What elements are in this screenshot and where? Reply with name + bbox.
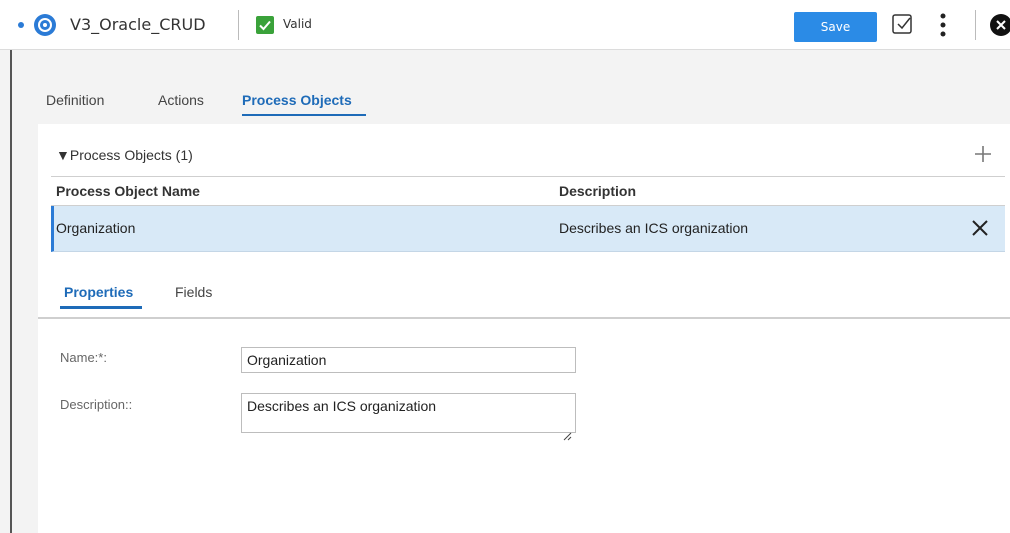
table-header: Process Object Name Description [51,176,1005,206]
active-tab-underline [242,114,366,116]
close-circle-icon[interactable] [990,14,1010,36]
tab-definition[interactable]: Definition [46,92,104,108]
process-objects-table: Process Object Name Description Organiza… [51,176,1005,252]
column-header-name: Process Object Name [56,183,200,199]
description-label: Description:: [60,397,133,412]
resize-handle-icon[interactable] [562,428,572,441]
description-field[interactable]: Describes an ICS organization [241,393,576,433]
save-button[interactable]: Save [794,12,877,42]
process-icon [34,14,56,36]
valid-check-icon [256,16,274,34]
process-objects-heading: Process Objects (1) [69,147,193,163]
triangle-down-icon: ▼ [56,147,70,163]
tab-fields[interactable]: Fields [175,284,212,300]
subtab-divider [38,317,1010,319]
validate-icon[interactable] [891,13,915,37]
column-header-description: Description [559,183,637,199]
tab-process-objects[interactable]: Process Objects [242,92,352,108]
name-field[interactable] [241,347,576,373]
main-panel: Definition Actions Process Objects ▼Proc… [38,50,1010,533]
row-name-cell: Organization [56,220,136,236]
header-divider [238,10,239,40]
tab-properties[interactable]: Properties [64,284,133,300]
header-bar: V3_Oracle_CRUD Valid Save [0,0,1010,50]
remove-row-icon[interactable] [968,216,992,240]
details-panel: Properties Fields Name:*: Description:: … [38,278,1010,533]
header-divider-right [975,10,976,40]
process-objects-toggle[interactable]: ▼Process Objects (1) [56,147,193,163]
name-label: Name:*: [60,350,107,365]
process-title: V3_Oracle_CRUD [70,15,206,34]
row-description-cell: Describes an ICS organization [559,220,749,236]
valid-status-label: Valid [283,17,312,31]
table-row[interactable]: Organization Describes an ICS organizati… [51,206,1005,252]
more-vertical-icon[interactable] [938,12,948,38]
plus-icon[interactable] [973,144,993,164]
left-edge-line [10,50,12,533]
top-tab-bar: Definition Actions Process Objects [38,50,1010,124]
status-dot-icon [18,22,24,28]
tab-actions[interactable]: Actions [158,92,204,108]
active-subtab-underline [60,306,142,309]
